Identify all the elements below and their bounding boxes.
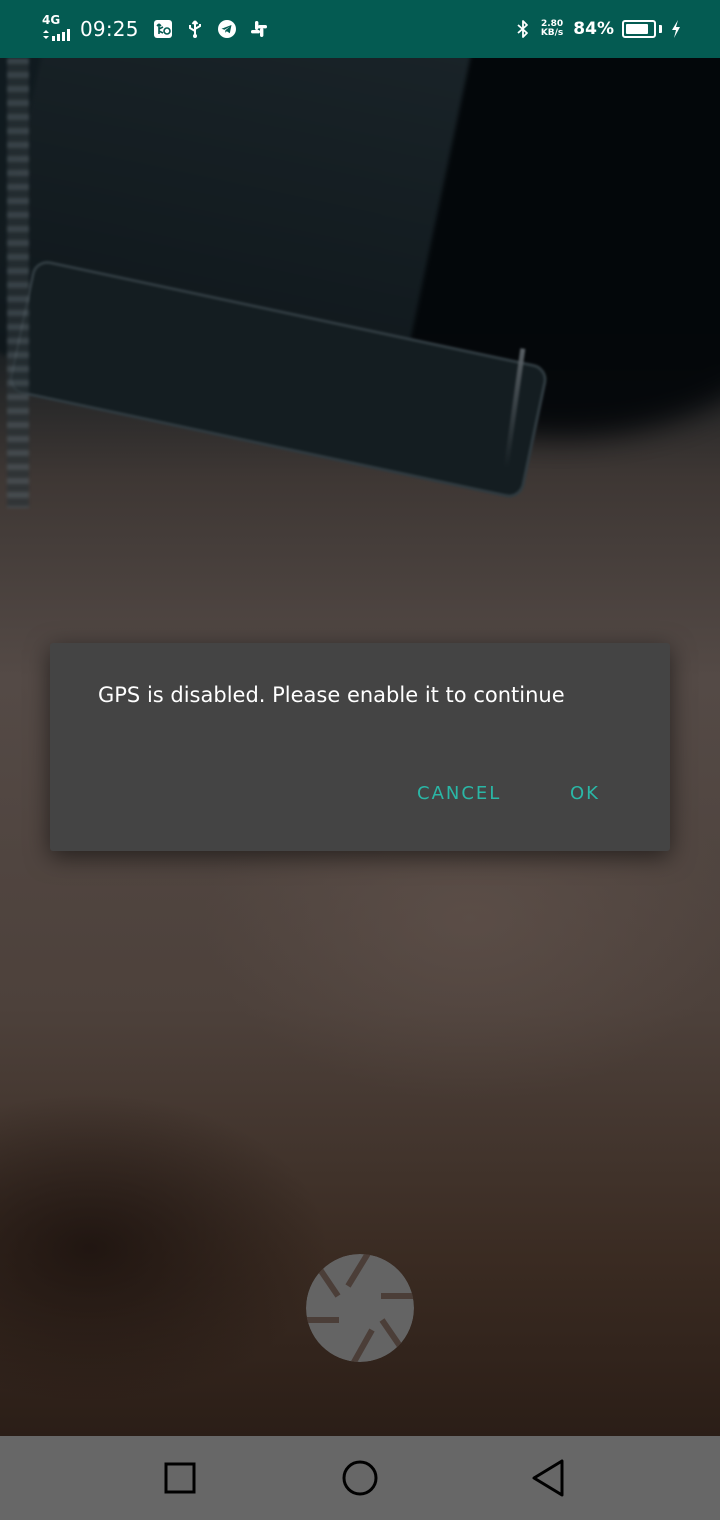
back-button[interactable]	[526, 1456, 570, 1500]
battery-tip	[659, 25, 662, 33]
clock: 09:25	[80, 17, 139, 41]
status-bar-left: 4G 09:25	[42, 0, 275, 58]
bluetooth-icon	[517, 20, 528, 38]
dialog-message: GPS is disabled. Please enable it to con…	[98, 683, 565, 707]
gps-dialog: GPS is disabled. Please enable it to con…	[50, 643, 670, 851]
preview-object-edge	[7, 58, 29, 508]
data-speed-unit: KB/s	[540, 28, 564, 38]
ok-button[interactable]: OK	[570, 783, 600, 804]
usb-debug-icon	[153, 20, 172, 38]
network-type-label: 4G	[42, 13, 61, 27]
battery-percent: 84%	[573, 19, 614, 39]
battery-level-fill	[626, 24, 648, 34]
network-indicator: 4G	[42, 14, 74, 44]
home-button[interactable]	[338, 1456, 382, 1500]
data-speed: 2.80 KB/s	[541, 20, 563, 38]
status-bar: 4G 09:25 2.80 KB/s 84%	[0, 0, 720, 58]
charging-icon	[672, 20, 680, 38]
circle-icon	[342, 1460, 378, 1496]
triangle-back-icon	[532, 1459, 564, 1497]
battery-icon	[622, 20, 656, 38]
recents-button[interactable]	[158, 1456, 202, 1500]
aperture-icon	[306, 1254, 414, 1362]
cancel-button[interactable]: CANCEL	[417, 783, 501, 804]
navigation-bar	[0, 1436, 720, 1520]
square-icon	[164, 1462, 196, 1494]
shutter-button[interactable]	[306, 1254, 414, 1362]
slack-icon	[250, 21, 267, 37]
telegram-icon	[217, 20, 236, 38]
signal-icon	[43, 29, 70, 41]
usb-icon	[188, 20, 201, 38]
status-bar-right: 2.80 KB/s 84%	[507, 0, 682, 58]
